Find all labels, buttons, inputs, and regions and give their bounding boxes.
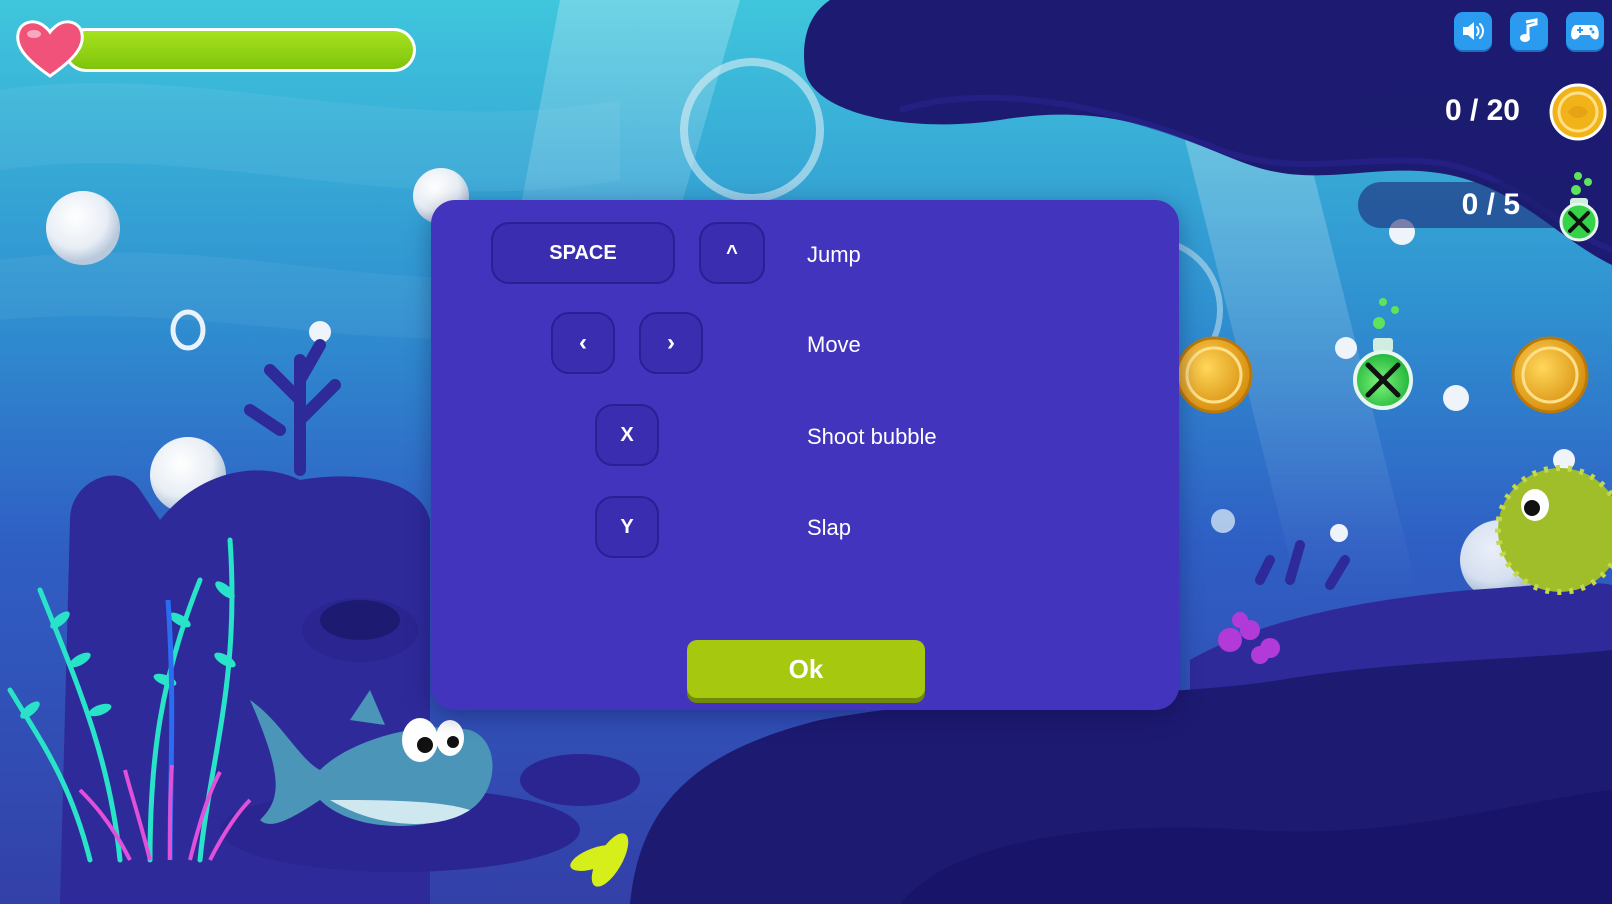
- key-y: Y: [595, 496, 659, 558]
- key-right-arrow: ›: [639, 312, 703, 374]
- game-scene: 0 / 20 0 / 5 SPACE ^ Jump ‹ › Move X Sho…: [0, 0, 1612, 904]
- coin-count-text: 0 / 20: [1444, 94, 1520, 127]
- ok-button[interactable]: Ok: [687, 640, 925, 698]
- key-space: SPACE: [491, 222, 675, 284]
- health-bar: [64, 28, 416, 72]
- sound-icon: [1463, 22, 1484, 40]
- action-move-label: Move: [807, 332, 861, 357]
- world-coin: [1175, 336, 1253, 414]
- key-up-arrow: ^: [699, 222, 765, 284]
- controls-dialog: SPACE ^ Jump ‹ › Move X Shoot bubble Y S…: [431, 200, 1179, 710]
- world-coin: [1511, 336, 1589, 414]
- gamepad-icon: [1571, 25, 1599, 40]
- potion-count-text: 0 / 5: [1461, 188, 1520, 221]
- action-jump-label: Jump: [807, 242, 861, 267]
- controls-button[interactable]: [1566, 12, 1604, 50]
- world-potion: [1353, 298, 1413, 410]
- action-shoot-bubble-label: Shoot bubble: [807, 424, 937, 449]
- health-meter: [14, 16, 418, 80]
- key-left-arrow: ‹: [551, 312, 615, 374]
- coin-icon: [1549, 83, 1607, 141]
- potion-icon: [1559, 172, 1599, 242]
- health-bar-fill: [67, 31, 413, 69]
- potion-counter: 0 / 5: [1358, 182, 1588, 228]
- music-toggle-button[interactable]: [1510, 12, 1548, 50]
- sound-toggle-button[interactable]: [1454, 12, 1492, 50]
- hud-buttons: [1454, 12, 1604, 50]
- heart-icon: [16, 20, 84, 78]
- action-slap-label: Slap: [807, 515, 852, 540]
- music-icon: [1520, 18, 1538, 42]
- key-x: X: [595, 404, 659, 466]
